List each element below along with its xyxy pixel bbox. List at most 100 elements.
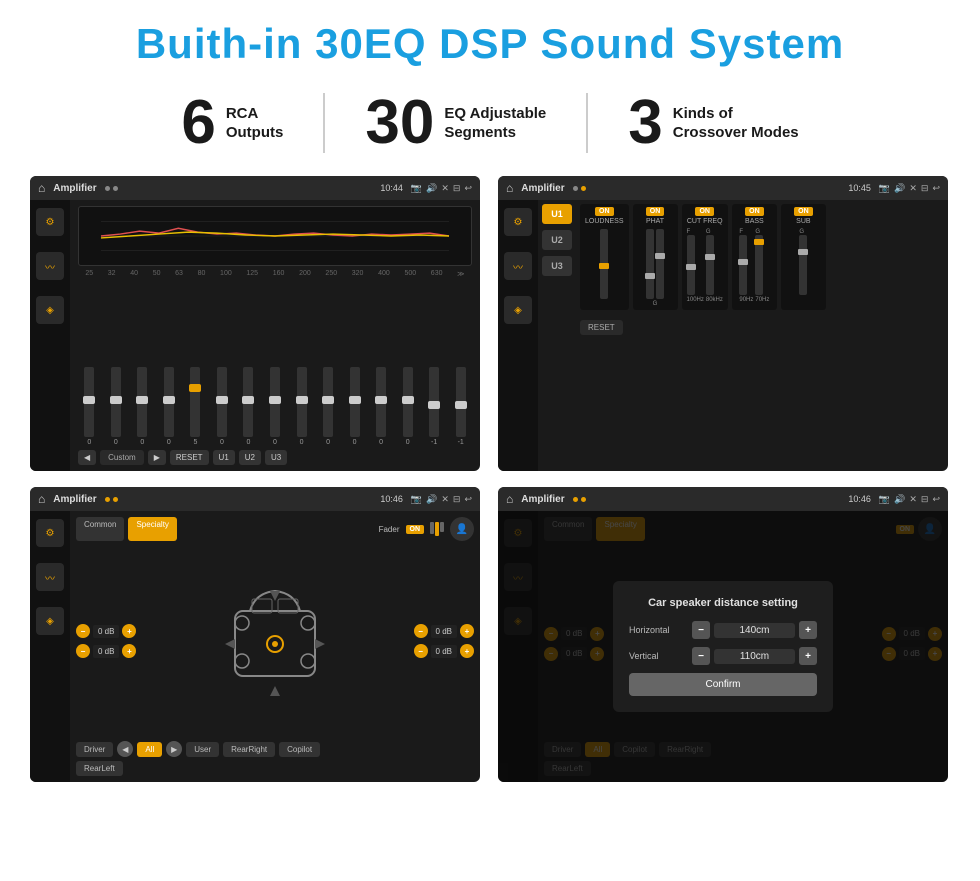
close-icon-3[interactable]: ✕ — [441, 494, 449, 505]
home-icon[interactable]: ⌂ — [38, 181, 45, 195]
prev-btn[interactable]: ◀ — [78, 450, 96, 465]
preset-u1[interactable]: U1 — [542, 204, 572, 224]
eq-slider-11[interactable]: 0 — [370, 367, 393, 446]
sidebar-wave-btn-3[interactable]: 〰 — [36, 563, 64, 591]
next-btn[interactable]: ▶ — [148, 450, 166, 465]
camera-icon-2: 📷 — [879, 183, 890, 194]
eq-slider-3[interactable]: 0 — [158, 367, 181, 446]
horizontal-stepper: − 140cm + — [692, 621, 817, 639]
sidebar-eq-btn[interactable]: ⚙ — [36, 208, 64, 236]
eq-slider-6[interactable]: 0 — [237, 367, 260, 446]
minimize-icon[interactable]: ⊟ — [453, 183, 461, 194]
preset-u3[interactable]: U3 — [542, 256, 572, 276]
sidebar-speaker-btn[interactable]: ◈ — [36, 296, 64, 324]
profile-btn[interactable]: 👤 — [450, 517, 474, 541]
vol-minus-btn-rb[interactable]: − — [414, 644, 428, 658]
eq-slider-14[interactable]: -1 — [449, 367, 472, 446]
back-icon-4[interactable]: ↩ — [932, 494, 940, 505]
fader-on-badge[interactable]: ON — [406, 525, 425, 534]
tab-specialty[interactable]: Specialty — [128, 517, 176, 541]
eq-slider-9[interactable]: 0 — [317, 367, 340, 446]
stat-crossover: 3 Kinds of Crossover Modes — [588, 92, 838, 154]
vol-plus-btn-rb[interactable]: + — [460, 644, 474, 658]
back-icon-2[interactable]: ↩ — [932, 183, 940, 194]
confirm-button[interactable]: Confirm — [629, 673, 817, 696]
vol-plus-btn-lb[interactable]: + — [122, 644, 136, 658]
eq-slider-5[interactable]: 0 — [211, 367, 234, 446]
copilot-btn[interactable]: Copilot — [279, 742, 320, 757]
eq-slider-0[interactable]: 0 — [78, 367, 101, 446]
rearright-btn[interactable]: RearRight — [223, 742, 275, 757]
phat-on[interactable]: ON — [646, 207, 665, 216]
sidebar-wave-btn[interactable]: 〰 — [36, 252, 64, 280]
screen-distance: ⌂ Amplifier 10:46 📷 🔊 ✕ ⊟ ↩ ⚙ — [498, 487, 948, 782]
camera-icon: 📷 — [411, 183, 422, 194]
back-icon-3[interactable]: ↩ — [464, 494, 472, 505]
eq-slider-13[interactable]: -1 — [423, 367, 446, 446]
preset-u2[interactable]: U2 — [542, 230, 572, 250]
bass-on[interactable]: ON — [745, 207, 764, 216]
all-btn[interactable]: All — [137, 742, 162, 757]
minimize-icon-2[interactable]: ⊟ — [921, 183, 929, 194]
speaker-main: Common Specialty Fader ON 👤 — [70, 511, 480, 782]
screen3-topbar-icons: 📷 🔊 ✕ ⊟ ↩ — [411, 494, 472, 505]
eq-slider-2[interactable]: 0 — [131, 367, 154, 446]
home-icon-2[interactable]: ⌂ — [506, 181, 513, 195]
vol-minus-btn-lt[interactable]: − — [76, 624, 90, 638]
horizontal-plus[interactable]: + — [799, 621, 817, 639]
screen2-title: Amplifier — [521, 183, 564, 194]
eq-slider-4[interactable]: 5 — [184, 367, 207, 446]
vol-controls-right: − 0 dB + − 0 dB + — [414, 624, 474, 658]
vol-plus-btn-lt[interactable]: + — [122, 624, 136, 638]
sidebar-wave-btn-2[interactable]: 〰 — [504, 252, 532, 280]
tab-common[interactable]: Common — [76, 517, 124, 541]
eq-slider-7[interactable]: 0 — [264, 367, 287, 446]
back-icon[interactable]: ↩ — [464, 183, 472, 194]
phat-label: PHAT — [646, 218, 664, 225]
eq-slider-8[interactable]: 0 — [290, 367, 313, 446]
camera-icon-3: 📷 — [411, 494, 422, 505]
right-arrow[interactable]: ▶ — [166, 741, 182, 757]
sub-on[interactable]: ON — [794, 207, 813, 216]
home-icon-4[interactable]: ⌂ — [506, 492, 513, 506]
distance-dialog-overlay: Car speaker distance setting Horizontal … — [498, 511, 948, 782]
vol-plus-btn-rt[interactable]: + — [460, 624, 474, 638]
loudness-on[interactable]: ON — [595, 207, 614, 216]
home-icon-3[interactable]: ⌂ — [38, 492, 45, 506]
sidebar-speaker-btn-2[interactable]: ◈ — [504, 296, 532, 324]
left-arrow[interactable]: ◀ — [117, 741, 133, 757]
sidebar-speaker-btn-3[interactable]: ◈ — [36, 607, 64, 635]
user-btn[interactable]: User — [186, 742, 219, 757]
volume-icon-4: 🔊 — [894, 494, 905, 505]
close-icon-4[interactable]: ✕ — [909, 494, 917, 505]
driver-btn[interactable]: Driver — [76, 742, 113, 757]
eq-graph — [78, 206, 472, 266]
cutfreq-label: CUT FREQ — [687, 218, 723, 225]
vol-minus-btn-lb[interactable]: − — [76, 644, 90, 658]
vertical-minus[interactable]: − — [692, 647, 710, 665]
minimize-icon-3[interactable]: ⊟ — [453, 494, 461, 505]
stats-row: 6 RCA Outputs 30 EQ Adjustable Segments … — [30, 92, 950, 154]
close-icon[interactable]: ✕ — [441, 183, 449, 194]
u2-btn[interactable]: U2 — [239, 450, 261, 465]
cutfreq-on[interactable]: ON — [695, 207, 714, 216]
eq-sliders: 0 0 0 0 5 0 0 0 0 0 0 0 0 -1 -1 — [78, 282, 472, 446]
rearleft-btn[interactable]: RearLeft — [76, 761, 123, 776]
close-icon-2[interactable]: ✕ — [909, 183, 917, 194]
eq-slider-10[interactable]: 0 — [343, 367, 366, 446]
vertical-plus[interactable]: + — [799, 647, 817, 665]
eq-bottom-bar: ◀ Custom ▶ RESET U1 U2 U3 — [78, 450, 472, 465]
vol-minus-btn-rt[interactable]: − — [414, 624, 428, 638]
eq-slider-12[interactable]: 0 — [396, 367, 419, 446]
u3-btn[interactable]: U3 — [265, 450, 287, 465]
main-title: Buith-in 30EQ DSP Sound System — [30, 20, 950, 68]
sidebar-eq-btn-3[interactable]: ⚙ — [36, 519, 64, 547]
sidebar-eq-btn-2[interactable]: ⚙ — [504, 208, 532, 236]
minimize-icon-4[interactable]: ⊟ — [921, 494, 929, 505]
reset-btn[interactable]: RESET — [170, 450, 209, 465]
eq-slider-1[interactable]: 0 — [105, 367, 128, 446]
u1-btn[interactable]: U1 — [213, 450, 235, 465]
horizontal-minus[interactable]: − — [692, 621, 710, 639]
camera-icon-4: 📷 — [879, 494, 890, 505]
dsp-reset-btn[interactable]: RESET — [580, 320, 623, 335]
